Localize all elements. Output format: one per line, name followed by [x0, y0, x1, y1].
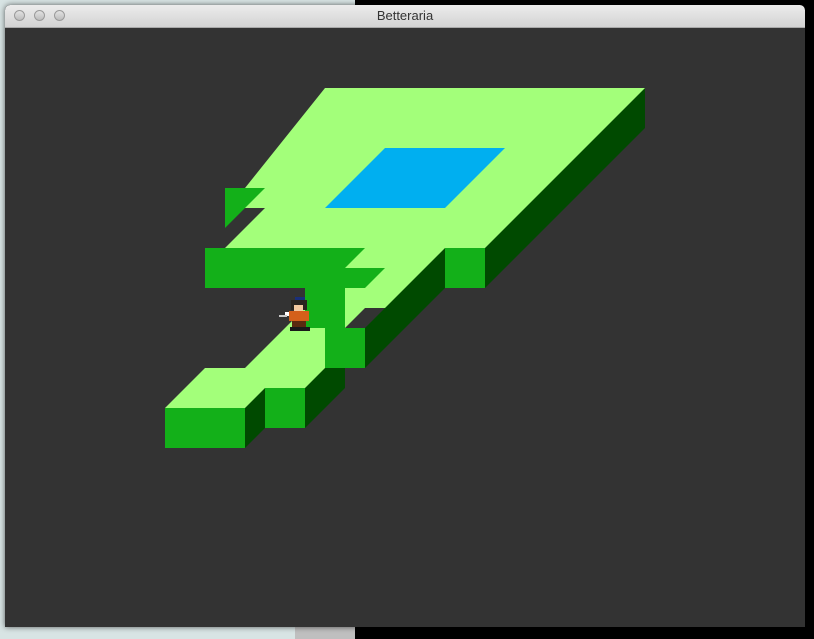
platform-front [265, 388, 305, 428]
platform-front [165, 408, 245, 448]
desktop: Betteraria [0, 0, 814, 639]
game-viewport[interactable] [5, 28, 805, 627]
player-sprite[interactable] [279, 297, 310, 331]
isometric-scene[interactable] [5, 28, 805, 627]
platform-front [445, 248, 485, 288]
window-title: Betteraria [376, 8, 434, 23]
title-bar[interactable]: Betteraria [5, 5, 805, 28]
game-window: Betteraria [5, 5, 805, 627]
